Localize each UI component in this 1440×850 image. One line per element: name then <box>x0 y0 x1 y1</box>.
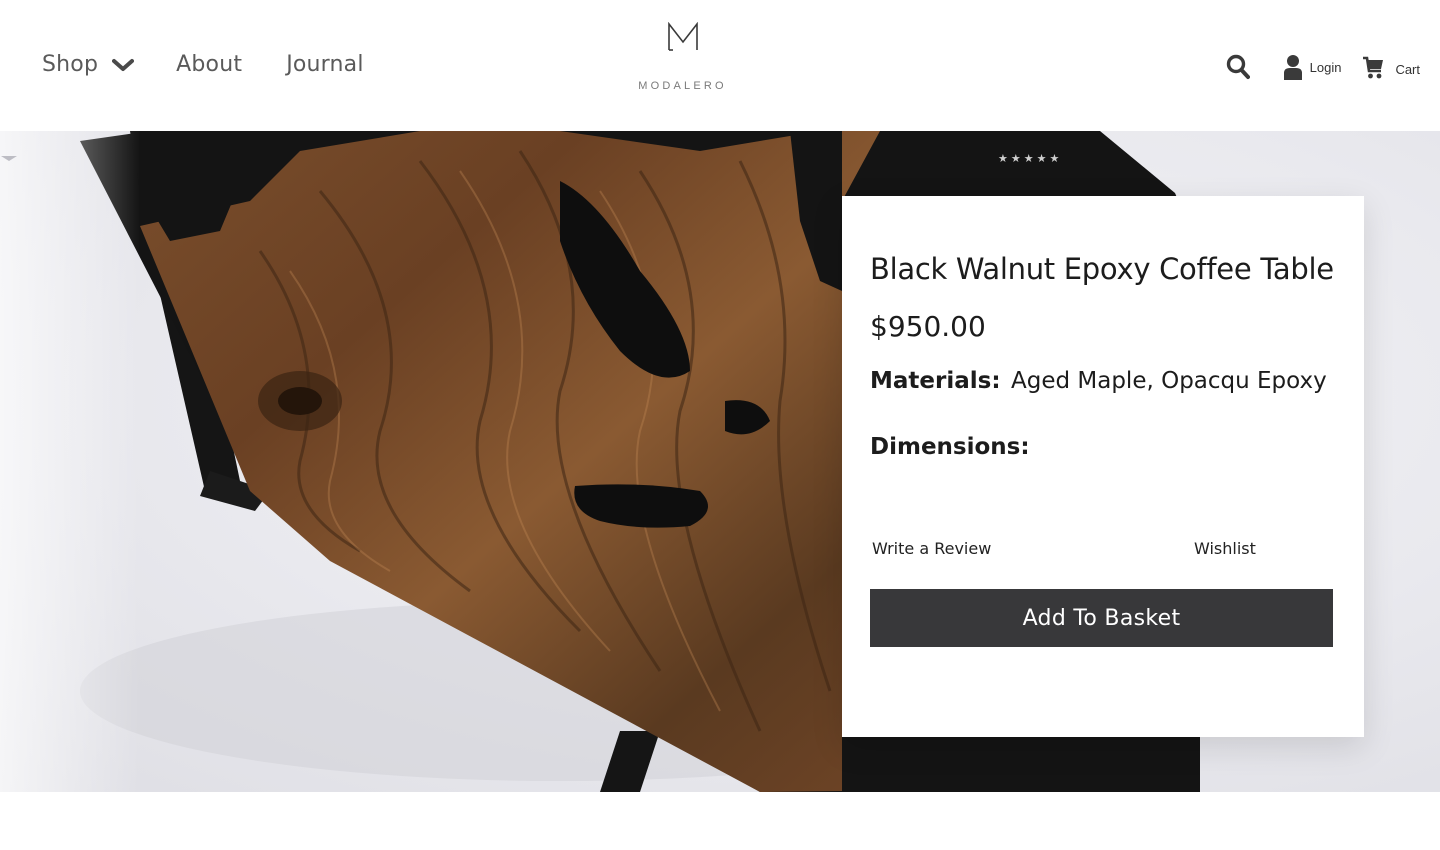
brand-logo[interactable]: MODALERO <box>620 22 745 92</box>
logo-m-icon <box>667 22 698 51</box>
dimensions-label: Dimensions: <box>870 434 1030 460</box>
add-to-basket-button[interactable]: Add To Basket <box>870 589 1333 647</box>
cart-button[interactable]: Cart <box>1363 54 1420 80</box>
cart-label: Cart <box>1395 61 1420 77</box>
header-actions: Login Cart <box>1226 54 1420 80</box>
cart-icon <box>1363 56 1384 79</box>
login-button[interactable]: Login <box>1283 54 1342 80</box>
wishlist-link[interactable]: Wishlist <box>1194 539 1256 558</box>
nav-journal[interactable]: Journal <box>286 52 364 77</box>
user-icon <box>1283 55 1302 80</box>
search-icon <box>1226 54 1250 79</box>
nav-shop-label: Shop <box>42 52 99 77</box>
rating-stars: ★★★★★ <box>998 153 1063 165</box>
brand-name: MODALERO <box>638 80 727 92</box>
nav-shop[interactable]: Shop <box>42 52 135 77</box>
site-header: Shop About Journal MODALERO Login Cart <box>0 0 1440 131</box>
login-label: Login <box>1309 59 1342 75</box>
nav-about[interactable]: About <box>176 52 242 77</box>
search-button[interactable] <box>1226 54 1250 80</box>
chevron-down-icon <box>112 58 135 71</box>
primary-nav: Shop About Journal <box>42 52 364 77</box>
write-review-link[interactable]: Write a Review <box>872 539 991 558</box>
product-price: $950.00 <box>870 310 986 343</box>
chevron-down-icon[interactable] <box>0 155 18 163</box>
product-card: Black Walnut Epoxy Coffee Table $950.00 … <box>842 196 1364 737</box>
materials-value: Aged Maple, Opacqu Epoxy <box>1011 368 1327 394</box>
product-title: Black Walnut Epoxy Coffee Table <box>870 252 1334 286</box>
materials-label: Materials: <box>870 368 1001 394</box>
